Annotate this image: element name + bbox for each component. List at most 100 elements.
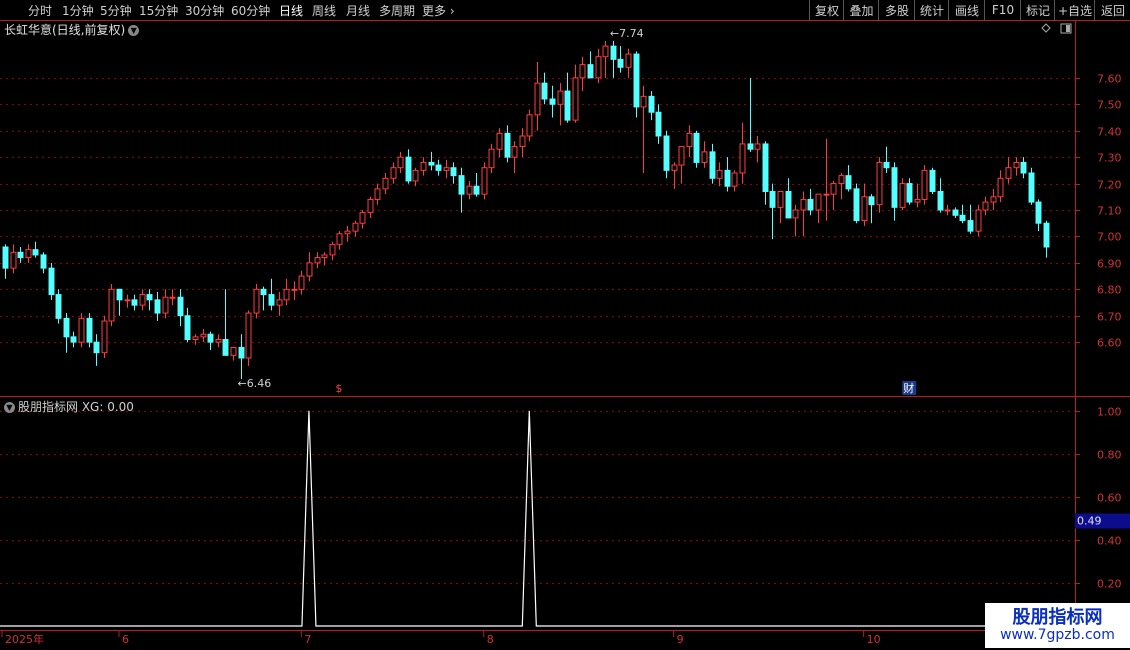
- candle-body-13: [101, 320, 108, 354]
- candle-body-38: [291, 288, 298, 291]
- candle-body-52: [397, 156, 404, 169]
- candle-body-85: [648, 95, 655, 113]
- kline-chart-area[interactable]: 6.60 6.70 6.80 6.90 7.00 7.10 7.20 7.30 7.40 7.50…: [0, 0, 1130, 650]
- candle-body-84: [640, 95, 647, 108]
- candle-body-113: [861, 196, 868, 222]
- candle-body-96: [731, 172, 738, 187]
- candle-body-58: [443, 167, 450, 171]
- candle-body-71: [541, 82, 548, 100]
- candle-body-112: [853, 188, 860, 222]
- candle-body-135: [1028, 172, 1035, 203]
- candle-body-29: [222, 339, 229, 356]
- candle-body-1: [10, 251, 17, 269]
- candle-body-41: [314, 257, 321, 264]
- candle-body-104: [792, 209, 799, 219]
- indicator-title-label[interactable]: ▼ 股朋指标网 XG: 0.00: [4, 398, 134, 415]
- candle-body-107: [815, 193, 822, 211]
- stock-title-label[interactable]: 长虹华意(日线,前复权) ▼: [4, 21, 140, 38]
- candle-body-98: [747, 143, 754, 150]
- candle-body-114: [868, 196, 875, 206]
- candle-body-21: [162, 296, 169, 314]
- time-tick-label-1: 6: [122, 633, 129, 646]
- indicator-value-text: 0.49: [1077, 515, 1102, 528]
- time-tick-label-2: 7: [304, 633, 311, 646]
- candle-body-133: [1013, 161, 1020, 169]
- candle-body-91: [693, 132, 700, 163]
- candle-body-103: [785, 191, 792, 219]
- stock-title: 长虹华意(日线,前复权): [4, 23, 126, 37]
- dividend-marker: $: [335, 382, 342, 395]
- candle-body-63: [481, 167, 488, 195]
- candle-body-23: [177, 296, 184, 317]
- watermark-logo: 股朋指标网 www.7gpzb.com: [985, 603, 1130, 648]
- candle-body-70: [534, 82, 541, 116]
- price-tick-label-3: 6.90: [1097, 258, 1122, 271]
- candle-body-83: [633, 53, 640, 108]
- candle-body-106: [807, 198, 814, 211]
- high-annotation: ←7.74: [610, 27, 644, 40]
- candle-body-75: [572, 77, 579, 121]
- candle-body-102: [777, 191, 784, 208]
- candle-body-99: [754, 143, 761, 150]
- candle-body-67: [511, 146, 518, 158]
- candle-body-122: [929, 169, 936, 193]
- candle-body-33: [253, 288, 260, 314]
- candle-body-26: [200, 333, 207, 338]
- window-icon-fill: [1066, 25, 1070, 32]
- ind-tick-label-1: 0.40: [1097, 535, 1122, 548]
- candle-body-14: [108, 288, 115, 322]
- candle-body-27: [207, 333, 214, 343]
- candle-body-119: [906, 183, 913, 203]
- candle-body-51: [390, 167, 397, 179]
- ind-tick-label-4: 1.00: [1097, 406, 1122, 419]
- candle-body-39: [298, 275, 305, 290]
- candle-body-69: [526, 114, 533, 137]
- candle-body-10: [78, 317, 85, 343]
- candle-body-45: [344, 230, 351, 235]
- candle-body-18: [139, 294, 146, 306]
- price-tick-label-2: 6.80: [1097, 284, 1122, 297]
- time-tick-label-4: 9: [677, 633, 684, 646]
- candle-body-6: [48, 267, 55, 296]
- candle-body-130: [990, 196, 997, 203]
- finance-marker: 财: [903, 381, 914, 395]
- candle-body-94: [716, 169, 723, 179]
- candle-body-123: [937, 191, 944, 211]
- watermark-line1: 股朋指标网: [1012, 607, 1103, 628]
- candle-body-37: [283, 288, 290, 301]
- candle-body-17: [131, 299, 138, 306]
- diamond-icon: [1041, 23, 1051, 33]
- indicator-title: 股朋指标网 XG: 0.00: [18, 400, 134, 414]
- candle-body-25: [192, 336, 199, 341]
- candle-body-19: [146, 294, 153, 301]
- candle-body-88: [671, 164, 678, 171]
- candle-body-81: [617, 58, 624, 68]
- candle-body-77: [587, 64, 594, 79]
- price-tick-label-8: 7.40: [1097, 126, 1122, 139]
- candle-body-111: [845, 175, 852, 190]
- candle-body-22: [169, 296, 176, 299]
- candle-body-92: [701, 151, 708, 163]
- candle-body-46: [352, 222, 359, 232]
- candle-body-95: [724, 169, 731, 187]
- candle-body-32: [245, 312, 252, 359]
- candle-body-78: [595, 56, 602, 79]
- candle-body-105: [800, 198, 807, 211]
- price-tick-label-10: 7.60: [1097, 73, 1122, 86]
- candle-body-127: [967, 220, 974, 232]
- candle-body-68: [519, 135, 526, 148]
- candle-body-132: [1005, 167, 1012, 179]
- candle-body-124: [944, 209, 951, 212]
- candle-body-28: [215, 339, 222, 343]
- chevron-down-icon[interactable]: ▼: [128, 25, 140, 36]
- candle-body-128: [975, 209, 982, 232]
- candle-body-20: [154, 299, 161, 314]
- candle-body-66: [504, 132, 511, 158]
- candle-body-56: [428, 161, 435, 166]
- candle-body-8: [63, 317, 70, 338]
- candle-body-115: [876, 161, 883, 206]
- candle-body-108: [823, 193, 830, 196]
- watermark-line2: www.7gpzb.com: [1000, 627, 1115, 643]
- candle-body-9: [70, 336, 77, 343]
- chevron-down-icon[interactable]: ▼: [4, 402, 15, 413]
